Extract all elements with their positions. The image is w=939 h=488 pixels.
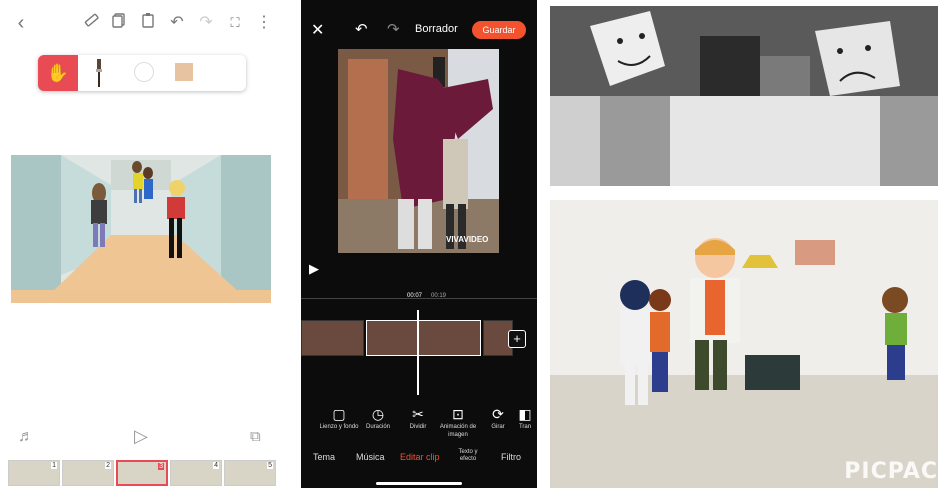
ruler-icon[interactable] [80,12,102,34]
puppets-photo [550,6,938,186]
music-icon[interactable]: ♬ [18,428,34,446]
hand-tool-icon[interactable]: ✋ [38,55,78,91]
frame-thumbnail[interactable]: 1 [8,460,60,486]
layers-icon[interactable]: ⧉ [250,428,261,445]
vivavideo-watermark: VIVAVIDEO [446,235,489,244]
timeline-ruler: 00:07 00:19 [301,293,537,305]
tab-musica[interactable]: Música [356,452,385,462]
canvas-icon: ▢ [332,406,346,422]
scissors-icon: ✂ [412,406,424,422]
redo-icon[interactable]: ↷ [195,12,217,34]
brush-size-icon[interactable] [134,62,154,82]
canvas-tool[interactable]: ▢ Lienzo y fondo [317,405,361,431]
frame-number: 1 [51,462,57,469]
play-icon[interactable]: ▶ [309,261,319,277]
current-time: 00:07 [407,293,423,299]
tab-editar-clip[interactable]: Editar clip [400,452,440,462]
frame-thumbnail[interactable]: 2 [62,460,114,486]
picpac-watermark: PICPAC [844,459,938,484]
split-tool[interactable]: ✂ Dividir [396,405,440,431]
tab-texto-efecto[interactable]: Texto y efecto [453,449,483,463]
color-swatch[interactable] [175,63,193,81]
image-animation-icon: ⊡ [452,406,464,422]
frame-strip: 1 2 3 4 5 [8,460,278,486]
more-icon[interactable]: ⋮ [253,12,275,34]
frame-number: 4 [213,462,219,469]
image-animation-tool[interactable]: ⊡ Animación de imagen [436,405,480,439]
fullscreen-icon[interactable]: ⛶ [224,12,246,34]
tab-filtro[interactable]: Filtro [501,452,521,462]
drawing-app-panel: ‹ ↶ ↷ ⛶ ⋮ ✋ ♬ ▷ ⧉ 1 2 3 4 5 [0,0,285,488]
frame-thumbnail[interactable]: 4 [170,460,222,486]
frame-number: 3 [158,463,164,470]
duration-icon: ◷ [371,406,385,422]
clip-track: + [301,320,537,356]
home-indicator [376,482,462,485]
drawing-canvas[interactable] [11,155,271,303]
frame-thumbnail-selected[interactable]: 3 [116,460,168,486]
tab-tema[interactable]: Tema [313,452,335,462]
paste-icon[interactable] [137,12,159,34]
clip-thumbnail-selected[interactable] [366,320,481,356]
frame-number: 2 [105,462,111,469]
play-icon[interactable]: ▷ [134,426,148,447]
undo-icon[interactable]: ↶ [166,12,188,34]
total-time: 00:19 [431,293,447,299]
playmobil-photo: PICPAC [550,200,938,488]
video-editor-panel: ✕ ↶ ↷ Borrador Guardar VIVAVIDEO ▶ 00:07… [301,0,537,488]
brush-toolbar: ✋ [38,55,246,91]
save-button[interactable]: Guardar [472,21,526,39]
undo-icon[interactable]: ↶ [355,20,368,38]
redo-icon[interactable]: ↷ [387,20,400,38]
playhead[interactable] [417,310,419,395]
copy-icon[interactable] [108,12,130,34]
brush-icon[interactable] [94,59,104,87]
clip-thumbnail[interactable] [301,320,364,356]
add-clip-button[interactable]: + [508,330,526,348]
transition-icon: ◧ [518,406,532,422]
duration-tool[interactable]: ◷ Duración [356,405,400,431]
back-icon[interactable]: ‹ [10,12,32,34]
draft-title: Borrador [415,23,458,35]
frame-thumbnail[interactable]: 5 [224,460,276,486]
close-icon[interactable]: ✕ [311,20,324,40]
video-preview[interactable]: VIVAVIDEO [338,49,499,253]
frame-number: 5 [267,462,273,469]
transition-tool[interactable]: ◧ Tran [513,405,537,431]
